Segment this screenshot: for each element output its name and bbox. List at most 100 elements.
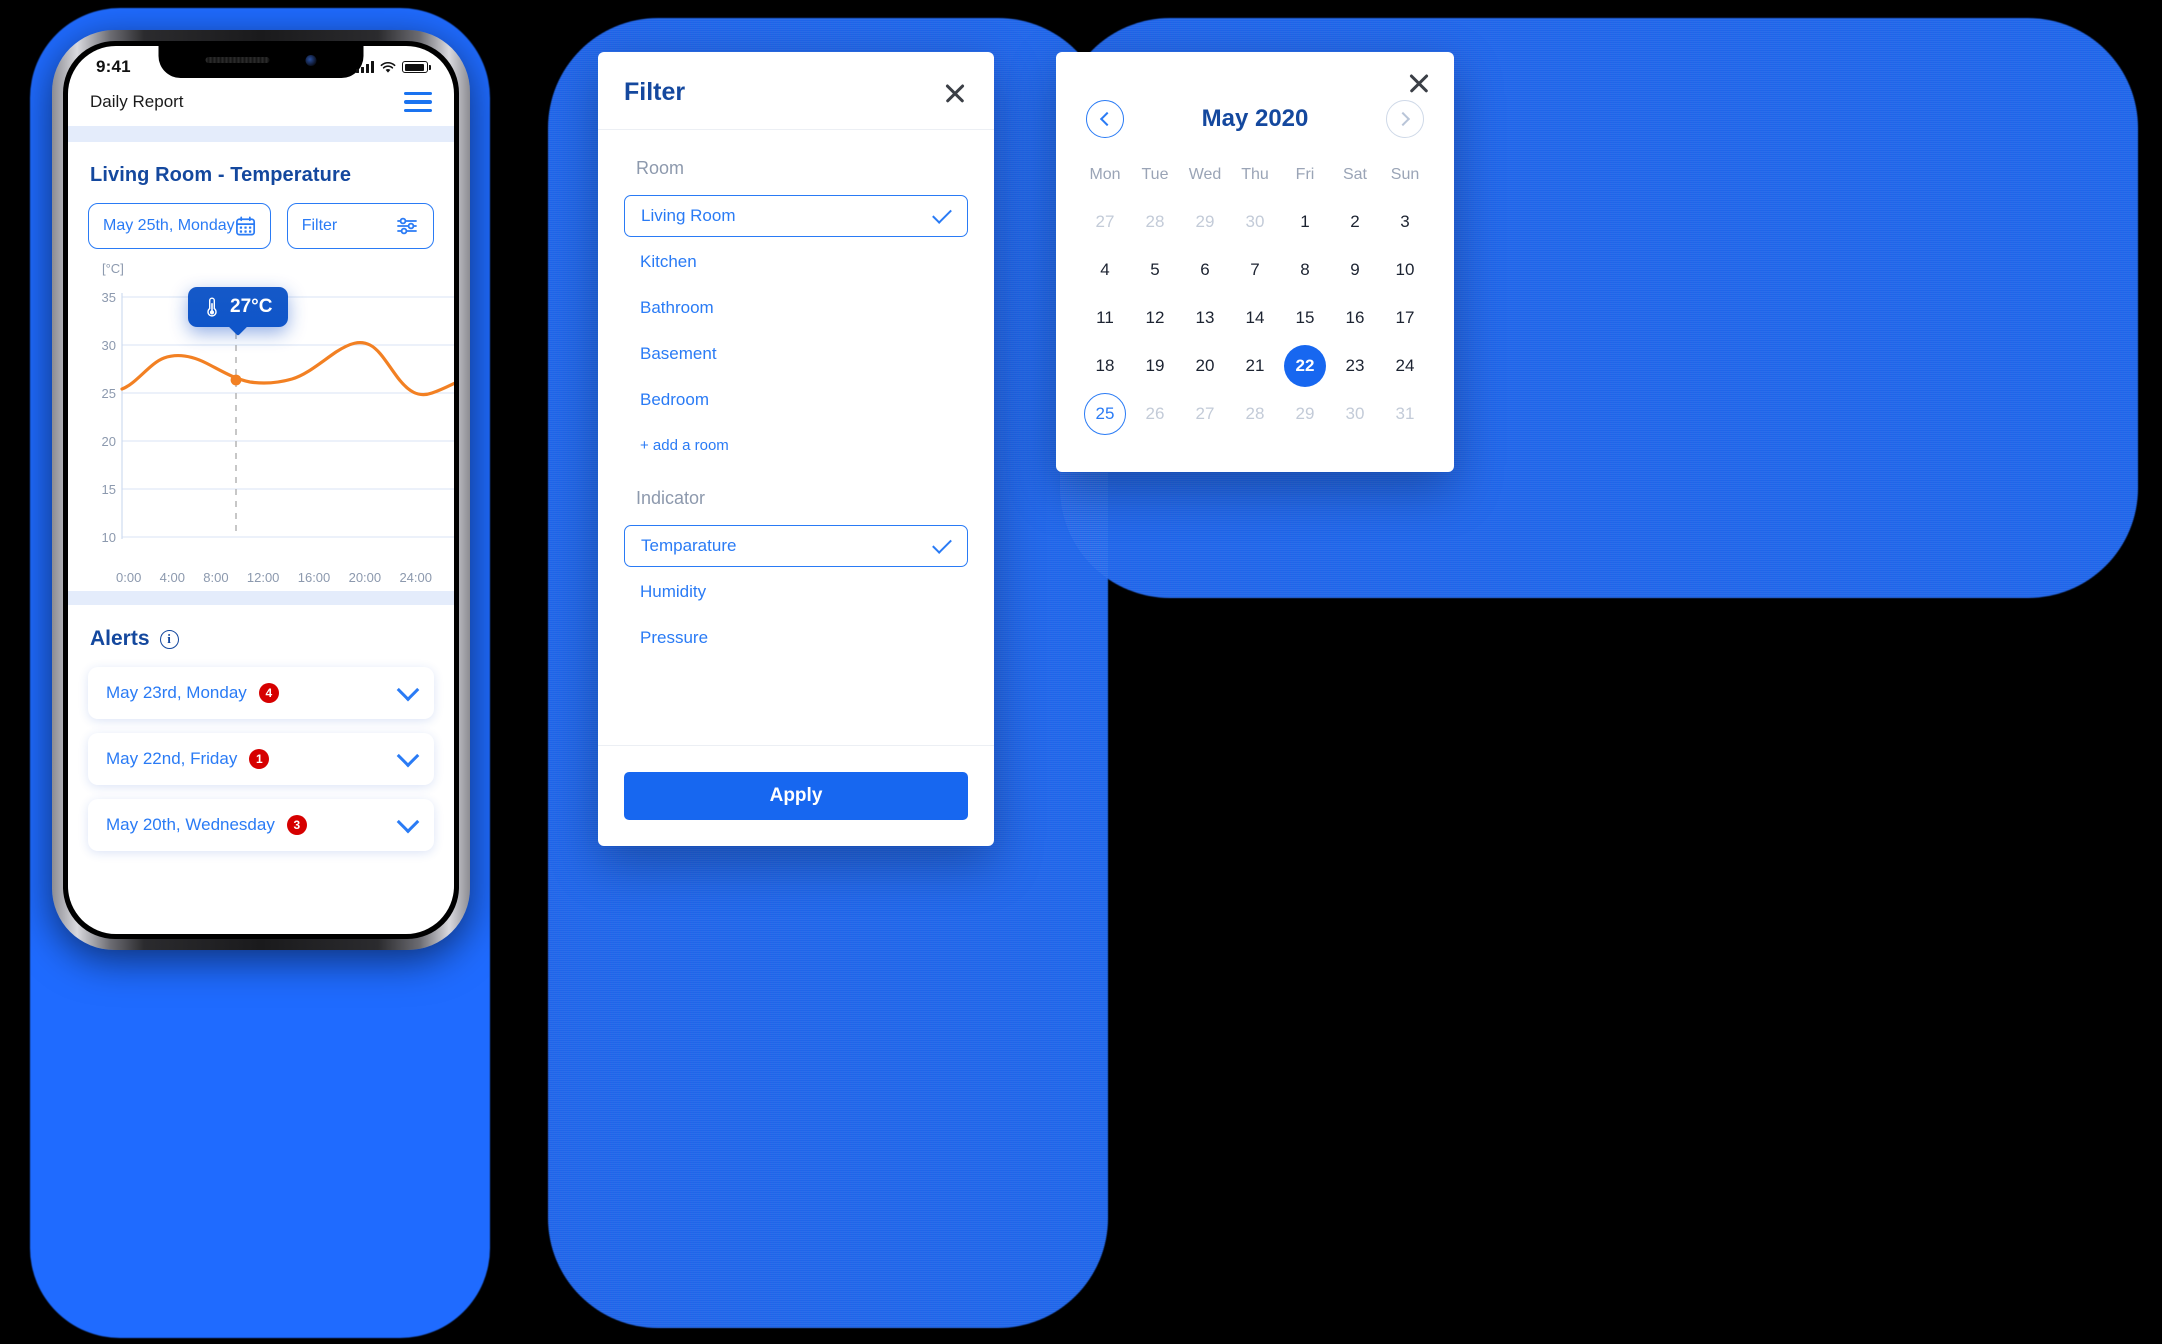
alert-list-item[interactable]: May 23rd, Monday 4 (88, 667, 434, 720)
calendar-day[interactable]: 16 (1330, 294, 1380, 342)
section-divider-bottom (68, 591, 454, 606)
date-picker-label: May 25th, Monday (103, 217, 235, 235)
indicator-option-label: Pressure (640, 628, 709, 647)
room-option-basement[interactable]: Basement (624, 333, 968, 375)
alert-list-item[interactable]: May 20th, Wednesday 3 (88, 799, 434, 852)
chevron-right-icon (1395, 111, 1411, 127)
calendar-day[interactable]: 28 (1130, 198, 1180, 246)
calendar-day-number: 19 (1145, 356, 1165, 375)
alerts-header: Alerts i (90, 627, 434, 651)
indicator-option-label: Humidity (640, 582, 707, 601)
calendar-day[interactable]: 8 (1280, 246, 1330, 294)
calendar-day-number: 10 (1395, 260, 1415, 279)
alert-list-item[interactable]: May 22nd, Friday 1 (88, 733, 434, 786)
chevron-down-icon[interactable] (396, 678, 420, 702)
prev-month-button[interactable] (1086, 100, 1124, 138)
room-option-kitchen[interactable]: Kitchen (624, 241, 968, 283)
calendar-day[interactable]: 20 (1180, 342, 1230, 390)
calendar-day[interactable]: 7 (1230, 246, 1280, 294)
weekday-label: Mon (1089, 166, 1121, 183)
calendar-day-number: 1 (1300, 212, 1310, 231)
add-room-link[interactable]: + add a room (640, 437, 968, 454)
phone-screen: 9:41 Daily Report Living Room - Temperat… (68, 46, 454, 934)
filter-button[interactable]: Filter (286, 203, 434, 250)
calendar-day-number: 31 (1395, 404, 1415, 423)
calendar-day[interactable]: 18 (1080, 342, 1130, 390)
calendar-day[interactable]: 10 (1380, 246, 1430, 294)
next-month-button[interactable] (1386, 100, 1424, 138)
filter-panel: Filter Room Living Room Kitchen Bathroom… (598, 52, 994, 846)
calendar-day[interactable]: 14 (1230, 294, 1280, 342)
phone-mockup: 9:41 Daily Report Living Room - Temperat… (52, 30, 470, 950)
calendar-day[interactable]: 29 (1180, 198, 1230, 246)
calendar-day[interactable]: 28 (1230, 390, 1280, 438)
alert-date: May 20th, Wednesday (106, 815, 275, 835)
calendar-day[interactable]: 21 (1230, 342, 1280, 390)
indicator-option-humidity[interactable]: Humidity (624, 571, 968, 613)
calendar-day[interactable]: 27 (1180, 390, 1230, 438)
filter-panel-body: Room Living Room Kitchen Bathroom Baseme… (598, 130, 994, 745)
app-bar: Daily Report (68, 86, 454, 126)
report-title: Living Room - Temperature (90, 164, 352, 187)
calendar-day-number: 21 (1245, 356, 1265, 375)
indicator-option-pressure[interactable]: Pressure (624, 617, 968, 659)
thermometer-icon (207, 297, 217, 317)
report-controls: May 25th, Monday Filter (88, 203, 434, 250)
room-option-bathroom[interactable]: Bathroom (624, 287, 968, 329)
calendar-day[interactable]: 12 (1130, 294, 1180, 342)
date-picker-button[interactable]: May 25th, Monday (88, 203, 271, 250)
calendar-day[interactable]: 13 (1180, 294, 1230, 342)
calendar-day-highlighted[interactable]: 25 (1080, 390, 1130, 438)
alert-item-main: May 23rd, Monday 4 (106, 683, 279, 704)
apply-button[interactable]: Apply (624, 772, 968, 820)
chevron-down-icon[interactable] (396, 744, 420, 768)
svg-text:25: 25 (102, 386, 116, 401)
calendar-month-title: May 2020 (1201, 105, 1309, 132)
calendar-day[interactable]: 11 (1080, 294, 1130, 342)
calendar-day-number: 11 (1096, 308, 1114, 327)
calendar-day[interactable]: 24 (1380, 342, 1430, 390)
calendar-day[interactable]: 5 (1130, 246, 1180, 294)
calendar-day[interactable]: 2 (1330, 198, 1380, 246)
calendar-day[interactable]: 29 (1280, 390, 1330, 438)
calendar-day[interactable]: 30 (1230, 198, 1280, 246)
calendar-day-number: 28 (1245, 404, 1265, 423)
calendar-day[interactable]: 30 (1330, 390, 1380, 438)
info-circle-icon[interactable]: i (159, 629, 179, 649)
calendar-day-number: 18 (1095, 356, 1115, 375)
calendar-day-number: 26 (1145, 404, 1165, 423)
weekday-label: Fri (1295, 166, 1315, 183)
room-option-living-room[interactable]: Living Room (624, 195, 968, 237)
calendar-day[interactable]: 1 (1280, 198, 1330, 246)
status-icons (356, 61, 431, 74)
chevron-down-icon[interactable] (396, 810, 420, 834)
calendar-header (1056, 52, 1454, 96)
calendar-week-row: 4 5 6 7 8 9 10 (1080, 246, 1430, 294)
calendar-day[interactable]: 17 (1380, 294, 1430, 342)
room-option-bedroom[interactable]: Bedroom (624, 379, 968, 421)
close-icon[interactable] (1406, 70, 1432, 96)
calendar-day[interactable]: 23 (1330, 342, 1380, 390)
calendar-day-number: 9 (1350, 260, 1360, 279)
hamburger-menu-icon[interactable] (404, 92, 432, 113)
battery-icon (402, 61, 431, 73)
alert-count-badge: 1 (249, 749, 270, 770)
calendar-panel: May 2020 Mon Tue Wed Thu Fri Sat Sun 27 … (1056, 52, 1454, 472)
calendar-day[interactable]: 4 (1080, 246, 1130, 294)
calendar-day-selected[interactable]: 22 (1280, 342, 1330, 390)
svg-text:20: 20 (102, 434, 116, 449)
calendar-day[interactable]: 19 (1130, 342, 1180, 390)
calendar-day[interactable]: 26 (1130, 390, 1180, 438)
calendar-day-number: 2 (1350, 212, 1360, 231)
indicator-option-temparature[interactable]: Temparature (624, 525, 968, 567)
calendar-day[interactable]: 6 (1180, 246, 1230, 294)
chart-tooltip: 27°C (188, 287, 289, 328)
sliders-icon (397, 217, 417, 235)
calendar-day-number: 16 (1345, 308, 1365, 327)
calendar-day[interactable]: 27 (1080, 198, 1130, 246)
calendar-day[interactable]: 31 (1380, 390, 1430, 438)
calendar-day[interactable]: 9 (1330, 246, 1380, 294)
calendar-day[interactable]: 15 (1280, 294, 1330, 342)
close-icon[interactable] (942, 80, 968, 106)
calendar-day[interactable]: 3 (1380, 198, 1430, 246)
